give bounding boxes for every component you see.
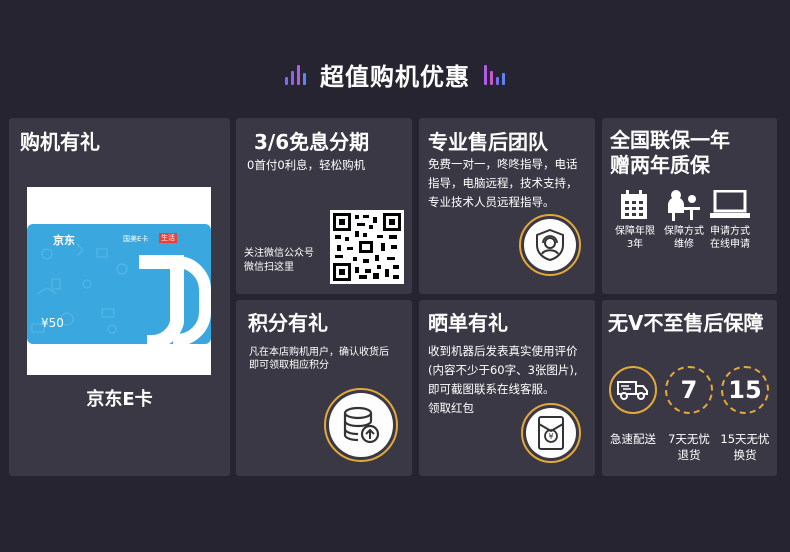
after-sales-desc-3: 专业技术人员远程指导。: [428, 195, 555, 209]
warranty-item-3-line1: 申请方式: [710, 226, 750, 237]
installment-title: 3/6免息分期: [254, 130, 370, 154]
gift-card-panel[interactable]: 购机有礼 京东 国美E卡 生活 ¥50 JD 京东E卡: [9, 118, 230, 476]
fifteen-day-number: 15: [728, 376, 762, 404]
points-panel[interactable]: 积分有礼 凡在本店购机用户，确认收货后 即可领取相应积分: [236, 300, 412, 476]
jd-card-letters: JD: [27, 224, 28, 225]
jd-card-partner: 国美E卡: [123, 235, 149, 243]
jd-card-brand: 京东: [53, 234, 75, 247]
guarantee-item-1-line1: 急速配送: [610, 432, 656, 446]
review-desc-3: 即可截图联系在线客服。: [428, 382, 555, 396]
guarantee-title: 无V不至售后保障: [608, 311, 764, 335]
headset-icon: [519, 214, 581, 276]
qr-caption-2: 微信扫这里: [244, 262, 294, 273]
qr-caption-1: 关注微信公众号: [244, 248, 314, 259]
after-sales-panel[interactable]: 专业售后团队 免费一对一，咚咚指导，电话 指导，电脑远程，技术支持， 专业技术人…: [419, 118, 595, 294]
after-sales-title: 专业售后团队: [428, 130, 548, 154]
review-desc-4: 领取红包: [428, 401, 474, 415]
jd-ecard-image: 京东 国美E卡 生活 ¥50 JD: [27, 187, 211, 375]
seven-day-number: 7: [680, 376, 698, 404]
guarantee-item-3-line1: 15天无忧: [720, 432, 770, 446]
review-panel[interactable]: 晒单有礼 收到机器后发表真实使用评价 (内容不少于60字、3张图片), 即可截图…: [419, 300, 595, 476]
warranty-item-1-line1: 保障年限: [615, 226, 655, 237]
truck-icon: [609, 366, 657, 414]
warranty-item-3-line2: 在线申请: [710, 239, 750, 250]
calendar-icon: [621, 190, 647, 219]
installment-desc: 0首付0利息，轻松购机: [247, 158, 366, 172]
warranty-item-2-line2: 维修: [674, 239, 694, 250]
guarantee-panel[interactable]: 无V不至售后保障 7 15 急速配送 7天无忧 退货 15天无忧 换货: [602, 300, 777, 476]
jd-card-tag: 生活: [159, 233, 177, 243]
after-sales-desc-1: 免费一对一，咚咚指导，电话: [428, 157, 578, 171]
service-person-icon: [668, 190, 700, 221]
guarantee-item-3-line2: 换货: [733, 448, 757, 462]
warranty-title-1: 全国联保一年: [610, 128, 730, 152]
warranty-panel[interactable]: 全国联保一年 赠两年质保 保障年限 3年 保障方式 维修 申请方式 在线申请: [602, 118, 777, 294]
warranty-item-2-line1: 保障方式: [664, 226, 704, 237]
section-header: 超值购机优惠: [0, 56, 790, 92]
right-bars-icon: [484, 63, 505, 85]
coin-stack-icon: [324, 388, 398, 462]
warranty-title-2: 赠两年质保: [610, 153, 710, 177]
laptop-icon: [710, 190, 750, 218]
left-bars-icon: [285, 63, 306, 85]
points-title: 积分有礼: [248, 311, 328, 335]
gift-card-title: 购机有礼: [20, 130, 100, 154]
after-sales-desc-2: 指导，电脑远程，技术支持，: [428, 176, 578, 190]
jd-card-value: ¥50: [41, 316, 64, 330]
seven-day-icon: 7: [665, 366, 713, 414]
points-desc-1: 凡在本店购机用户，确认收货后: [249, 347, 389, 358]
review-desc-1: 收到机器后发表真实使用评价: [428, 344, 578, 358]
guarantee-item-2-line2: 退货: [677, 448, 701, 462]
section-title: 超值购机优惠: [320, 62, 470, 91]
fifteen-day-icon: 15: [721, 366, 769, 414]
wechat-qr-code[interactable]: [330, 210, 404, 284]
svg-text:¥: ¥: [548, 432, 553, 441]
warranty-item-1-line2: 3年: [626, 239, 644, 250]
review-title: 晒单有礼: [428, 311, 508, 335]
guarantee-item-2-line1: 7天无忧: [668, 432, 710, 446]
installment-panel[interactable]: 3/6免息分期 0首付0利息，轻松购机 关注微信公众号 微信扫这里: [236, 118, 412, 294]
red-packet-icon: ¥: [521, 403, 581, 463]
review-desc-2: (内容不少于60字、3张图片),: [428, 363, 578, 377]
gift-card-caption: 京东E卡: [86, 389, 153, 410]
points-desc-2: 即可领取相应积分: [249, 360, 329, 371]
